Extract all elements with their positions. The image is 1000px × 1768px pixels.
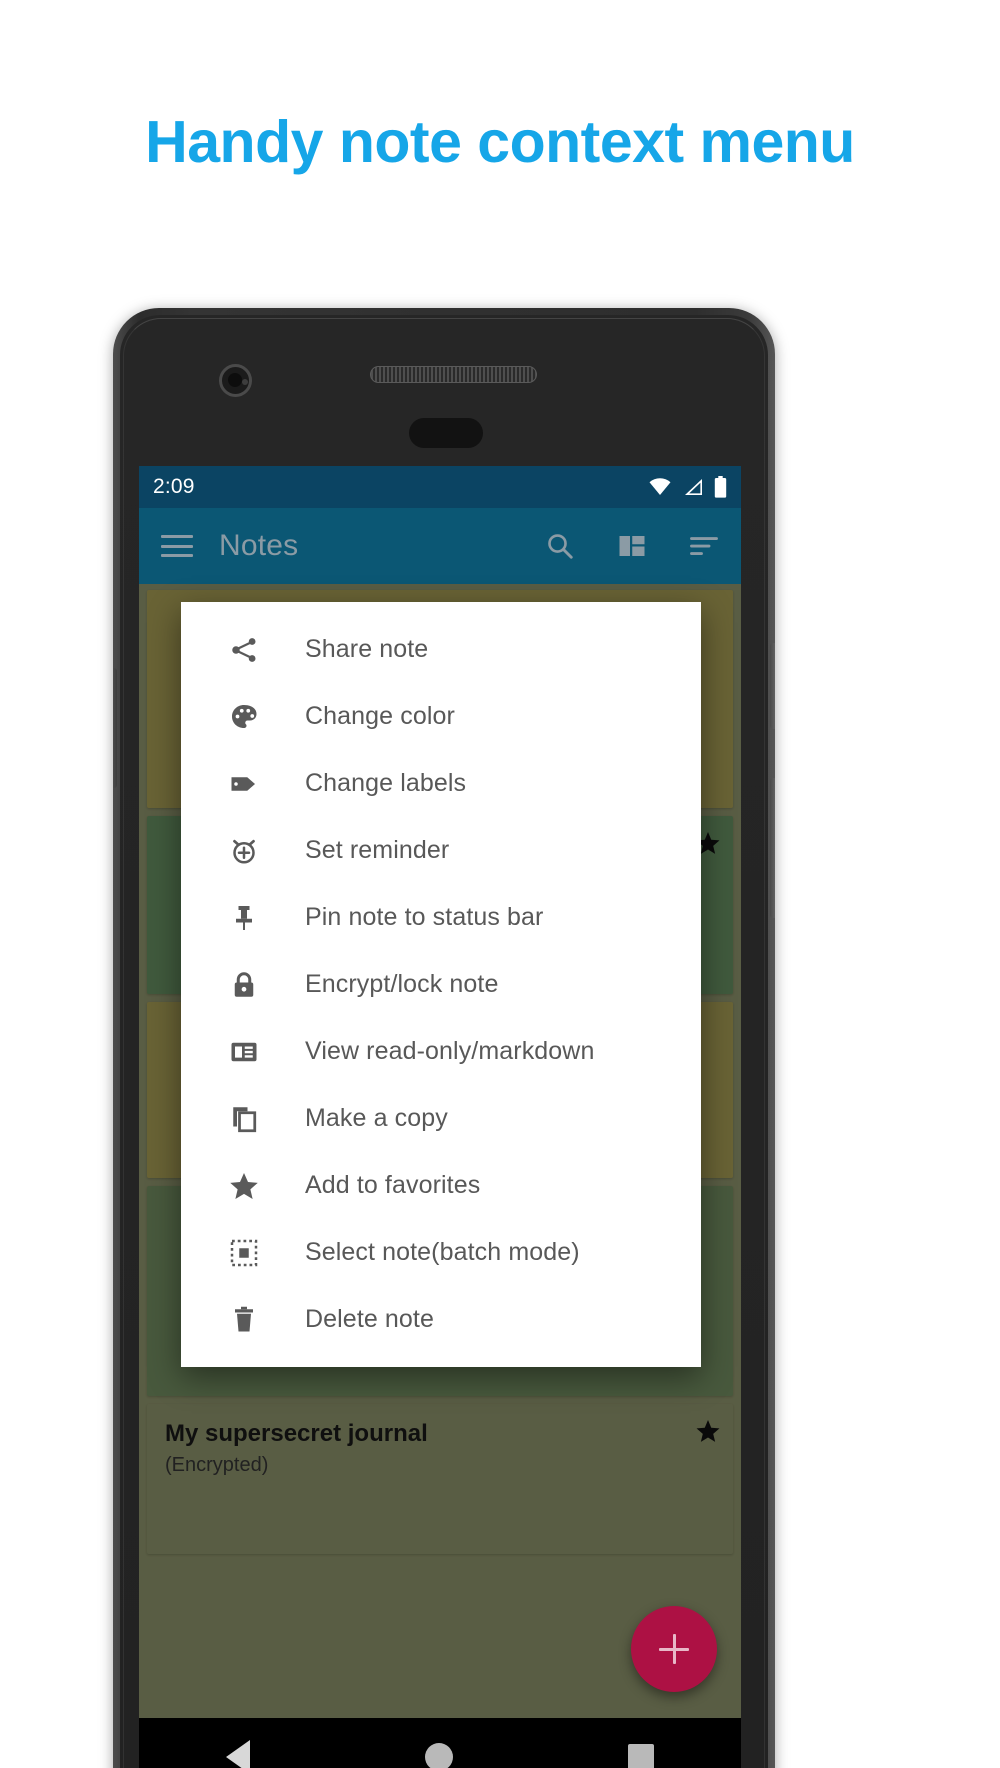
power-button[interactable] bbox=[770, 643, 775, 729]
share-icon bbox=[227, 633, 261, 667]
copy-icon bbox=[227, 1102, 261, 1136]
menu-item-make-a-copy[interactable]: Make a copy bbox=[181, 1085, 701, 1152]
wifi-icon bbox=[649, 478, 671, 495]
menu-item-delete-note[interactable]: Delete note bbox=[181, 1286, 701, 1353]
battery-icon bbox=[714, 476, 727, 498]
page-root: Handy note context menu 2:09 Notes My su… bbox=[0, 0, 1000, 1768]
menu-item-add-to-favorites[interactable]: Add to favorites bbox=[181, 1152, 701, 1219]
page-title: Handy note context menu bbox=[145, 109, 855, 175]
menu-item-label: Change labels bbox=[305, 769, 467, 797]
home-circle-icon[interactable] bbox=[424, 1743, 453, 1768]
status-bar: 2:09 bbox=[139, 466, 741, 508]
app-bar-actions bbox=[545, 531, 719, 561]
note-card[interactable]: My supersecret journal (Encrypted) bbox=[147, 1404, 733, 1554]
select-all-icon bbox=[227, 1236, 261, 1270]
menu-item-pin-note[interactable]: Pin note to status bar bbox=[181, 884, 701, 951]
signal-icon bbox=[685, 479, 702, 495]
phone-screen: 2:09 Notes My supersecret journal (Encry… bbox=[139, 466, 741, 1768]
palette-icon bbox=[227, 700, 261, 734]
alarm-add-icon bbox=[227, 834, 261, 868]
sensor-slot-icon bbox=[409, 418, 483, 448]
menu-item-set-reminder[interactable]: Set reminder bbox=[181, 817, 701, 884]
android-nav-bar bbox=[139, 1718, 741, 1768]
menu-item-label: Encrypt/lock note bbox=[305, 970, 499, 998]
hamburger-icon[interactable] bbox=[161, 535, 193, 557]
front-camera-icon bbox=[219, 364, 252, 397]
menu-item-view-read-only[interactable]: View read-only/markdown bbox=[181, 1018, 701, 1085]
menu-item-encrypt-lock-note[interactable]: Encrypt/lock note bbox=[181, 951, 701, 1018]
menu-item-label: Share note bbox=[305, 635, 429, 663]
menu-item-label: Change color bbox=[305, 702, 455, 730]
menu-item-change-color[interactable]: Change color bbox=[181, 683, 701, 750]
volume-button[interactable] bbox=[770, 778, 775, 918]
search-icon[interactable] bbox=[545, 531, 575, 561]
menu-item-label: Add to favorites bbox=[305, 1171, 481, 1199]
left-side-button[interactable] bbox=[113, 668, 117, 788]
sort-icon[interactable] bbox=[689, 531, 719, 561]
menu-item-label: View read-only/markdown bbox=[305, 1037, 595, 1065]
note-title: My supersecret journal bbox=[165, 1420, 428, 1447]
phone-device: 2:09 Notes My supersecret journal (Encry… bbox=[113, 308, 775, 1768]
menu-item-select-note-batch-mode[interactable]: Select note(batch mode) bbox=[181, 1219, 701, 1286]
menu-item-change-labels[interactable]: Change labels bbox=[181, 750, 701, 817]
star-icon bbox=[227, 1169, 261, 1203]
note-context-menu: Share note Change color Change labels Se… bbox=[181, 602, 701, 1367]
app-bar-title: Notes bbox=[219, 529, 299, 562]
layout-grid-icon[interactable] bbox=[617, 531, 647, 561]
menu-item-label: Select note(batch mode) bbox=[305, 1238, 580, 1266]
read-only-icon bbox=[227, 1035, 261, 1069]
label-tag-icon bbox=[227, 767, 261, 801]
note-body: (Encrypted) bbox=[165, 1454, 269, 1476]
menu-item-label: Make a copy bbox=[305, 1104, 448, 1132]
pin-icon bbox=[227, 901, 261, 935]
menu-item-label: Set reminder bbox=[305, 836, 450, 864]
trash-icon bbox=[227, 1303, 261, 1337]
menu-item-label: Delete note bbox=[305, 1305, 434, 1333]
recents-square-icon[interactable] bbox=[627, 1744, 654, 1768]
menu-item-share-note[interactable]: Share note bbox=[181, 616, 701, 683]
add-note-fab[interactable] bbox=[631, 1606, 717, 1692]
status-clock: 2:09 bbox=[153, 475, 195, 498]
lock-icon bbox=[227, 968, 261, 1002]
status-icon-group bbox=[648, 476, 727, 498]
app-bar: Notes bbox=[139, 508, 741, 584]
star-icon bbox=[696, 1419, 720, 1442]
back-triangle-icon[interactable] bbox=[226, 1740, 251, 1768]
earpiece-speaker-icon bbox=[370, 366, 537, 383]
menu-item-label: Pin note to status bar bbox=[305, 903, 544, 931]
